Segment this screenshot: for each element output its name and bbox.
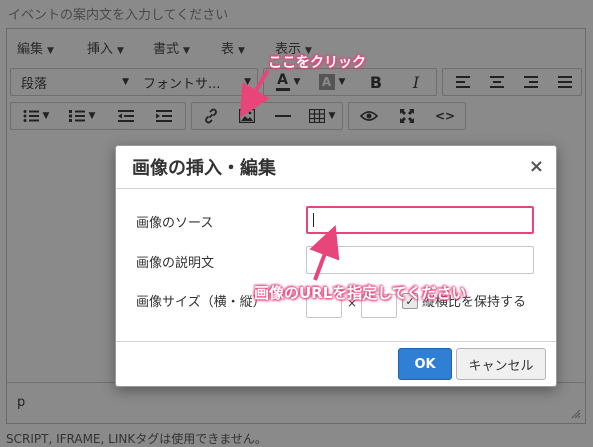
insert-image-button[interactable] [230, 103, 264, 129]
preview-icon [360, 111, 378, 121]
description-label: 画像の説明文 [136, 256, 215, 271]
chevron-down-icon: ▼ [293, 77, 301, 87]
image-icon [239, 109, 255, 123]
text-color-icon: A [275, 71, 290, 91]
format-select-group: 段落 ▼ フォントサ... ▼ [10, 68, 258, 96]
insert-link-button[interactable] [194, 103, 228, 129]
outdent-icon [118, 110, 134, 122]
chevron-down-icon: ▼ [328, 111, 336, 121]
color-swatch [275, 87, 290, 91]
align-center-button[interactable] [481, 69, 513, 95]
block-format-value: 段落 [21, 76, 48, 92]
block-format-select[interactable]: 段落 ▼ [11, 69, 135, 95]
text-color-button[interactable]: A ▼ [268, 69, 308, 95]
image-source-input[interactable] [306, 206, 534, 234]
insert-table-button[interactable]: ▼ [302, 103, 342, 129]
menu-edit-label: 編集 [17, 42, 44, 57]
chevron-down-icon: ▼ [238, 46, 245, 56]
chevron-down-icon: ▼ [88, 111, 96, 121]
outdent-button[interactable] [109, 103, 143, 129]
chevron-down-icon: ▼ [244, 77, 251, 87]
menu-edit[interactable]: 編集 ▼ [17, 38, 54, 57]
font-family-select[interactable]: フォントサ... ▼ [135, 69, 257, 95]
italic-icon: I [412, 72, 420, 92]
table-icon [308, 109, 325, 123]
insert-group: ▼ [191, 102, 343, 130]
ok-button[interactable]: OK [398, 348, 452, 380]
source-code-button[interactable]: <> [427, 103, 463, 129]
annotation-enter-url: 画像のURLを指定してください [254, 284, 467, 302]
menu-table[interactable]: 表 ▼ [221, 38, 245, 57]
cancel-button[interactable]: キャンセル [456, 348, 546, 380]
element-path[interactable]: p [17, 395, 25, 410]
list-group: ▼ ▼ [10, 102, 186, 130]
close-icon[interactable]: × [529, 156, 544, 177]
resize-handle-icon[interactable] [571, 409, 581, 419]
placeholder-hint: イベントの案内文を入力してください [8, 8, 229, 23]
background-color-icon: A [318, 74, 335, 90]
menu-format[interactable]: 書式 ▼ [153, 38, 190, 57]
view-group: <> [348, 102, 466, 130]
insert-image-dialog: 画像の挿入・編集 × 画像のソース 画像の説明文 画像サイズ（横・縦） × ✓ … [115, 145, 557, 387]
dialog-title: 画像の挿入・編集 [132, 158, 276, 179]
align-right-icon [524, 76, 538, 88]
fullscreen-icon [400, 109, 414, 123]
align-left-button[interactable] [447, 69, 479, 95]
horizontal-rule-icon [275, 115, 291, 117]
menu-table-label: 表 [221, 42, 235, 57]
size-label: 画像サイズ（横・縦） [136, 295, 266, 310]
chevron-down-icon: ▼ [338, 77, 346, 87]
bold-button[interactable]: B [358, 69, 394, 95]
bold-icon: B [369, 72, 383, 92]
text-cursor [313, 213, 314, 227]
menu-insert[interactable]: 挿入 ▼ [87, 38, 124, 57]
text-color-letter: A [277, 71, 288, 88]
align-right-button[interactable] [515, 69, 547, 95]
preview-button[interactable] [351, 103, 387, 129]
annotation-click-here: ここをクリック [268, 55, 366, 71]
toolbar-row-2: ▼ ▼ ▼ <> [7, 99, 585, 133]
bullet-list-icon [23, 110, 39, 122]
horizontal-rule-button[interactable] [266, 103, 300, 129]
dialog-header: 画像の挿入・編集 × [116, 146, 556, 189]
align-justify-icon [558, 76, 572, 88]
dialog-footer: OK キャンセル [116, 341, 556, 386]
alignment-group [442, 68, 582, 96]
image-description-input[interactable] [306, 246, 534, 274]
fullscreen-button[interactable] [389, 103, 425, 129]
font-family-value: フォントサ... [143, 76, 221, 92]
chevron-down-icon: ▼ [42, 111, 50, 121]
chevron-down-icon: ▼ [47, 46, 54, 56]
footer-note: SCRIPT, IFRAME, LINKタグは使用できません。 [6, 432, 267, 446]
menu-insert-label: 挿入 [87, 42, 114, 57]
code-icon: <> [434, 109, 456, 123]
status-bar: p [7, 382, 585, 423]
chevron-down-icon: ▼ [122, 77, 129, 87]
menu-format-label: 書式 [153, 42, 180, 57]
background-color-button[interactable]: A ▼ [312, 69, 352, 95]
numbered-list-button[interactable]: ▼ [61, 103, 103, 129]
indent-button[interactable] [147, 103, 181, 129]
indent-icon [156, 110, 172, 122]
bg-color-letter: A [321, 75, 332, 89]
align-center-icon [490, 76, 504, 88]
text-style-group: A ▼ A ▼ B I [263, 68, 437, 96]
bullet-list-button[interactable]: ▼ [15, 103, 57, 129]
chevron-down-icon: ▼ [183, 46, 190, 56]
italic-button[interactable]: I [398, 69, 434, 95]
chevron-down-icon: ▼ [117, 46, 124, 56]
link-icon [205, 108, 217, 124]
align-left-icon [456, 76, 470, 88]
numbered-list-icon [68, 110, 85, 122]
source-label: 画像のソース [136, 216, 214, 231]
align-justify-button[interactable] [549, 69, 581, 95]
